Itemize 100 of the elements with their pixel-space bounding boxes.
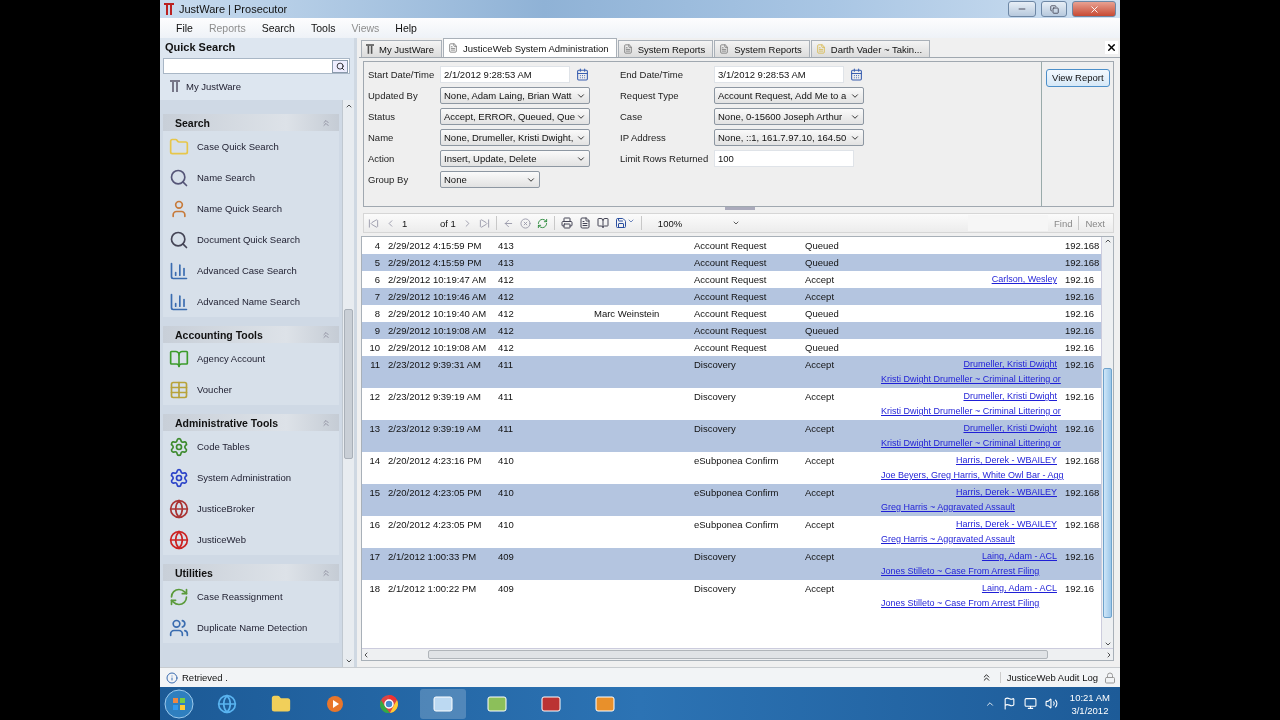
last-page-icon[interactable] [478,217,490,229]
group-header[interactable]: Administrative Tools [163,414,339,431]
table-cell-text: Queued [804,239,840,253]
scroll-thumb[interactable] [1103,367,1112,618]
sidebar-item[interactable]: System Administration [163,462,339,493]
back-icon[interactable] [502,217,514,229]
sidebar-item[interactable]: Name Quick Search [163,193,339,224]
person-link[interactable]: Drumeller, Kristi Dwight [963,421,1061,436]
scrollbar[interactable] [342,100,354,667]
group-header[interactable]: Search [163,114,339,131]
volume-icon[interactable] [1044,697,1058,710]
calendar-icon[interactable] [576,68,589,81]
sidebar-item[interactable]: My JustWare [160,74,354,98]
scroll-down-icon[interactable] [1103,640,1112,648]
search-button[interactable] [332,59,348,73]
dropdown[interactable]: None, 0-15600 Joseph Arthur [714,108,864,125]
case-link[interactable]: Kristi Dwight Drumeller ~ Criminal Littering or [881,436,1065,451]
scroll-down-icon[interactable] [344,657,353,665]
tab[interactable]: System Reports [617,40,714,57]
dropdown[interactable]: None, Drumeller, Kristi Dwight, [440,129,590,146]
quick-search-field[interactable] [163,58,350,74]
sidebar-item[interactable]: Advanced Case Search [163,255,339,286]
sidebar-item[interactable]: Code Tables [163,431,339,462]
person-link[interactable]: Drumeller, Kristi Dwight [963,389,1061,404]
close-tab-button[interactable] [1105,41,1118,54]
horizontal-scrollbar[interactable] [362,648,1113,660]
menu-item[interactable]: File [168,22,201,34]
case-link[interactable]: Jones Stilleto ~ Case From Arrest Filing [881,564,1044,579]
person-link[interactable]: Laing, Adam - ACL [981,549,1061,564]
close-button[interactable] [1072,1,1116,17]
sync-icon [169,586,189,607]
sidebar-item[interactable]: JusticeBroker [163,493,339,524]
scroll-right-icon[interactable] [1105,650,1113,659]
dropdown[interactable]: None [440,171,540,188]
find-field[interactable] [967,215,1048,231]
case-link[interactable]: Jones Stilleto ~ Case From Arrest Filing [881,596,1044,611]
view-report-button[interactable]: View Report [1046,68,1110,87]
sidebar-item[interactable]: Name Search [163,162,339,193]
tab[interactable]: Darth Vader ~ Takin... [810,40,931,57]
start-button[interactable] [162,687,196,720]
book-icon[interactable] [596,217,609,229]
person-link[interactable]: Carlson, Wesley [991,272,1061,287]
scrollbar[interactable] [1101,237,1113,648]
window-icon[interactable] [420,688,466,719]
save-icon[interactable] [614,217,635,229]
scroll-up-icon[interactable] [1103,237,1112,245]
clock[interactable]: 10:21 AM 3/1/2012 [1065,690,1118,717]
sidebar-item[interactable]: Case Reassignment [163,581,339,612]
menu-item[interactable]: Tools [302,22,344,34]
status-panel-label[interactable]: JusticeWeb Audit Log [999,672,1104,683]
network-icon[interactable] [1023,697,1037,710]
minimize-button[interactable] [1008,1,1036,17]
case-link[interactable]: Kristi Dwight Drumeller ~ Criminal Littering or [881,404,1065,419]
print-icon[interactable] [560,217,573,229]
sidebar-item[interactable]: Document Quick Search [163,224,339,255]
tab[interactable]: System Reports [714,40,810,57]
sidebar-item[interactable]: Voucher [163,374,339,405]
person-link[interactable]: Harris, Derek - WBAILEY [955,517,1061,532]
sidebar-item[interactable]: Duplicate Name Detection [163,612,339,643]
text-field[interactable]: 100 [714,150,854,167]
case-link[interactable]: Greg Harris ~ Aggravated Assault [881,532,1019,547]
person-link[interactable]: Laing, Adam - ACL [981,581,1061,596]
sidebar-item[interactable]: Agency Account [163,343,339,374]
tab[interactable]: My JustWare [361,40,443,57]
person-link[interactable]: Drumeller, Kristi Dwight [963,357,1061,372]
page-number-field[interactable]: 1 [402,217,434,229]
case-link[interactable]: Joe Beyers, Greg Harris, White Owl Bar - Agg [881,468,1068,483]
person-link[interactable]: Harris, Derek - WBAILEY [955,485,1061,500]
group-header[interactable]: Accounting Tools [163,326,339,343]
dropdown[interactable]: None, ::1, 161.7.97.10, 164.50 [714,129,864,146]
sidebar-item[interactable]: JusticeWeb [163,524,339,555]
date-field[interactable]: 3/1/2012 9:28:53 AM [714,66,844,83]
dropdown[interactable]: None, Adam Laing, Brian Watt [440,87,590,104]
case-link[interactable]: Greg Harris ~ Aggravated Assault [881,500,1019,515]
group-header[interactable]: Utilities [163,564,339,581]
case-link[interactable]: Kristi Dwight Drumeller ~ Criminal Littering or [881,372,1065,387]
scroll-thumb[interactable] [344,308,353,459]
scroll-thumb[interactable] [427,650,1048,659]
date-field[interactable]: 2/1/2012 9:28:53 AM [440,66,570,83]
stop-icon[interactable] [519,217,531,229]
tab[interactable]: JusticeWeb System Administration [443,38,617,57]
sidebar-item[interactable]: Case Quick Search [163,131,339,162]
dropdown[interactable]: Account Request, Add Me to a [714,87,864,104]
scroll-up-icon[interactable] [344,102,353,110]
scroll-left-icon[interactable] [362,650,370,659]
first-page-icon[interactable] [368,217,379,229]
refresh-icon[interactable] [536,217,548,229]
page-layout-icon[interactable] [578,217,591,229]
menu-item[interactable]: Help [387,22,425,34]
sidebar-item[interactable]: Advanced Name Search [163,286,339,317]
menu-item[interactable]: Search [253,22,303,34]
splitter-handle[interactable] [724,207,755,210]
calendar-icon[interactable] [850,68,863,81]
dropdown[interactable]: Insert, Update, Delete [440,150,590,167]
flag-icon[interactable] [1002,697,1016,710]
dropdown[interactable]: Accept, ERROR, Queued, Que [440,108,590,125]
caret-icon[interactable] [626,217,635,225]
restore-button[interactable] [1041,1,1067,17]
zoom-dropdown[interactable]: 100% [657,217,740,229]
person-link[interactable]: Harris, Derek - WBAILEY [955,453,1061,468]
